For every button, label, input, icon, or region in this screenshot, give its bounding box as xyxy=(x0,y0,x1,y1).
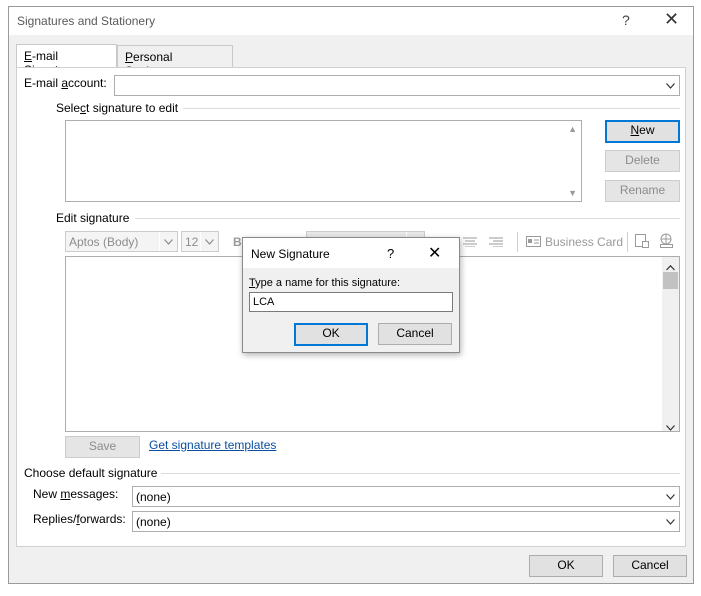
tab-email-signature[interactable]: E-mail Signature xyxy=(16,44,117,77)
insert-hyperlink-icon[interactable] xyxy=(658,233,675,252)
signature-name-input[interactable]: LCA xyxy=(249,292,453,312)
save-button[interactable]: Save xyxy=(65,436,140,458)
cancel-button[interactable]: Cancel xyxy=(613,555,687,577)
tab-accel: E xyxy=(24,49,33,63)
group-divider xyxy=(183,108,680,109)
chevron-down-icon xyxy=(159,232,177,251)
new-messages-value: (none) xyxy=(136,490,171,504)
chevron-down-icon xyxy=(661,487,679,506)
chevron-down-icon xyxy=(661,76,679,95)
window-title: Signatures and Stationery xyxy=(17,14,156,28)
delete-button[interactable]: Delete xyxy=(605,150,680,172)
toolbar-separator xyxy=(627,232,628,252)
font-size-value: 12 xyxy=(185,235,199,249)
dialog-cancel-button[interactable]: Cancel xyxy=(378,323,452,345)
align-right-icon[interactable] xyxy=(489,236,503,250)
font-value: Aptos (Body) xyxy=(69,235,139,249)
font-select[interactable]: Aptos (Body) xyxy=(65,231,178,252)
rename-button[interactable]: Rename xyxy=(605,180,680,202)
new-messages-label: New messages: xyxy=(33,487,119,501)
new-signature-dialog: New Signature ? ✕ Type a name for this s… xyxy=(242,237,460,353)
replies-forwards-label: Replies/forwards: xyxy=(33,512,126,526)
font-size-select[interactable]: 12 xyxy=(181,231,219,252)
select-signature-header: Select signature to edit xyxy=(56,101,179,115)
align-center-icon[interactable] xyxy=(463,236,477,250)
help-button[interactable]: ? xyxy=(622,12,630,28)
replies-forwards-value: (none) xyxy=(136,515,171,529)
replies-forwards-select[interactable]: (none) xyxy=(132,511,680,532)
group-divider xyxy=(135,218,680,219)
default-signature-header: Choose default signature xyxy=(24,466,158,480)
signature-name-value: LCA xyxy=(253,296,275,308)
dialog-close-button[interactable]: ✕ xyxy=(428,243,441,263)
toolbar-separator xyxy=(517,232,518,252)
scroll-down-icon[interactable]: ▼ xyxy=(568,188,577,198)
dialog-title: New Signature xyxy=(251,247,330,261)
edit-signature-header: Edit signature xyxy=(56,211,130,225)
title-bar: Signatures and Stationery ? ✕ xyxy=(9,7,693,35)
new-button[interactable]: New xyxy=(605,120,680,143)
signature-templates-link[interactable]: Get signature templates xyxy=(149,438,276,452)
chevron-down-icon xyxy=(200,232,218,251)
group-divider xyxy=(161,473,680,474)
tab-personal-stationery[interactable]: Personal Stationery xyxy=(117,45,233,78)
scroll-down-icon[interactable] xyxy=(666,420,675,434)
insert-picture-icon[interactable] xyxy=(634,233,650,252)
ok-button[interactable]: OK xyxy=(529,555,603,577)
tab-accel: P xyxy=(125,50,134,64)
business-card-icon xyxy=(526,236,541,250)
dialog-ok-button[interactable]: OK xyxy=(294,323,368,346)
chevron-down-icon xyxy=(661,512,679,531)
dialog-title-bar: New Signature ? ✕ xyxy=(243,238,459,268)
signature-list[interactable]: ▲ ▼ xyxy=(65,120,582,202)
scroll-thumb[interactable] xyxy=(663,272,678,289)
close-button[interactable]: ✕ xyxy=(664,9,679,30)
business-card-button[interactable]: Business Card xyxy=(545,235,623,249)
email-account-label: E-mail account: xyxy=(24,76,107,90)
bold-button[interactable]: B xyxy=(233,235,242,249)
editor-scrollbar[interactable] xyxy=(662,257,679,431)
dialog-help-button[interactable]: ? xyxy=(387,246,394,261)
email-account-select[interactable] xyxy=(114,75,680,96)
new-messages-select[interactable]: (none) xyxy=(132,486,680,507)
scroll-up-icon[interactable]: ▲ xyxy=(568,124,577,134)
signature-name-prompt: Type a name for this signature: xyxy=(249,277,401,289)
